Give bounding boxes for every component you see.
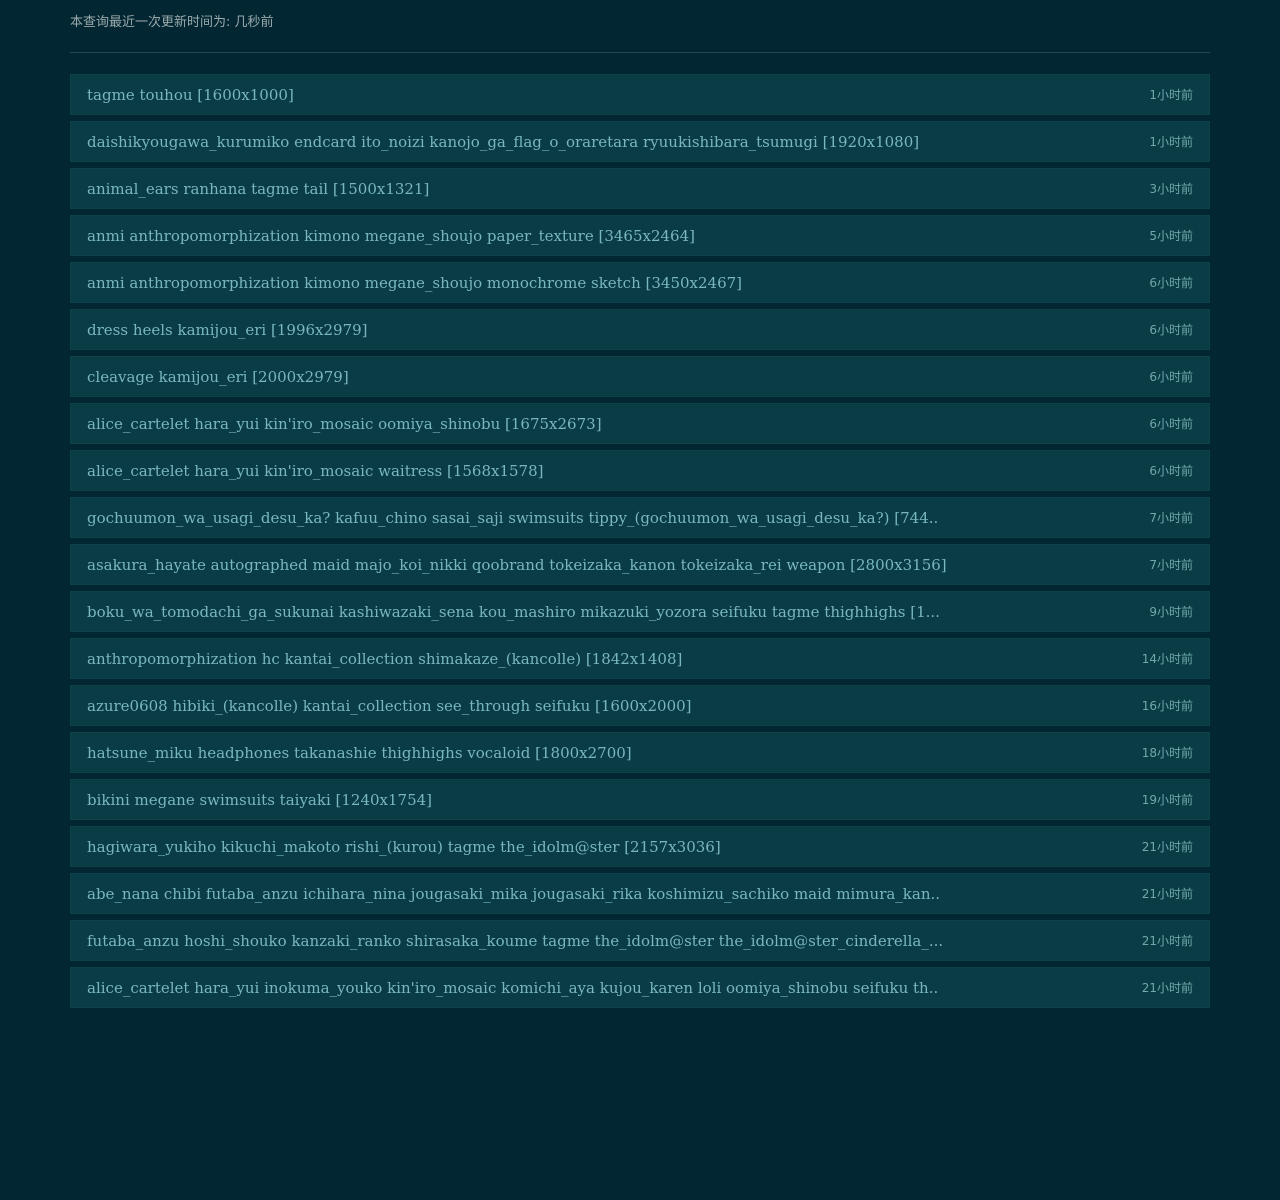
list-item[interactable]: futaba_anzu hoshi_shouko kanzaki_ranko s… bbox=[70, 920, 1210, 961]
item-time: 6小时前 bbox=[1149, 370, 1193, 384]
item-title[interactable]: asakura_hayate autographed maid majo_koi… bbox=[87, 556, 947, 574]
list-item[interactable]: boku_wa_tomodachi_ga_sukunai kashiwazaki… bbox=[70, 591, 1210, 632]
last-update-text: 本查询最近一次更新时间为: 几秒前 bbox=[70, 15, 274, 30]
list-item[interactable]: anmi anthropomorphization kimono megane_… bbox=[70, 262, 1210, 303]
item-time: 6小时前 bbox=[1149, 276, 1193, 290]
item-title[interactable]: azure0608 hibiki_(kancolle) kantai_colle… bbox=[87, 697, 692, 715]
item-title[interactable]: abe_nana chibi futaba_anzu ichihara_nina… bbox=[87, 885, 940, 903]
item-time: 3小时前 bbox=[1149, 182, 1193, 196]
item-title[interactable]: gochuumon_wa_usagi_desu_ka? kafuu_chino … bbox=[87, 509, 938, 527]
item-time: 6小时前 bbox=[1149, 464, 1193, 478]
item-title[interactable]: anthropomorphization hc kantai_collectio… bbox=[87, 650, 682, 668]
item-title[interactable]: tagme touhou [1600x1000] bbox=[87, 86, 294, 104]
item-title[interactable]: alice_cartelet hara_yui kin'iro_mosaic o… bbox=[87, 415, 602, 433]
item-title[interactable]: bikini megane swimsuits taiyaki [1240x17… bbox=[87, 791, 432, 809]
post-list: tagme touhou [1600x1000] 1小时前 daishikyoug… bbox=[70, 74, 1210, 1008]
list-item[interactable]: daishikyougawa_kurumiko endcard ito_noiz… bbox=[70, 121, 1210, 162]
item-time: 6小时前 bbox=[1149, 417, 1193, 431]
item-title[interactable]: alice_cartelet hara_yui kin'iro_mosaic w… bbox=[87, 462, 543, 480]
list-item[interactable]: animal_ears ranhana tagme tail [1500x132… bbox=[70, 168, 1210, 209]
item-time: 1小时前 bbox=[1149, 88, 1193, 102]
item-time: 16小时前 bbox=[1141, 699, 1193, 713]
list-item[interactable]: asakura_hayate autographed maid majo_koi… bbox=[70, 544, 1210, 585]
item-time: 9小时前 bbox=[1149, 605, 1193, 619]
list-item[interactable]: gochuumon_wa_usagi_desu_ka? kafuu_chino … bbox=[70, 497, 1210, 538]
item-time: 21小时前 bbox=[1141, 934, 1193, 948]
item-time: 21小时前 bbox=[1141, 840, 1193, 854]
item-title[interactable]: anmi anthropomorphization kimono megane_… bbox=[87, 274, 742, 292]
page-container: 本查询最近一次更新时间为: 几秒前 tagme touhou [1600x100… bbox=[70, 0, 1210, 1008]
item-title[interactable]: hagiwara_yukiho kikuchi_makoto rishi_(ku… bbox=[87, 838, 721, 856]
list-item[interactable]: alice_cartelet hara_yui inokuma_youko ki… bbox=[70, 967, 1210, 1008]
list-item[interactable]: bikini megane swimsuits taiyaki [1240x17… bbox=[70, 779, 1210, 820]
list-item[interactable]: alice_cartelet hara_yui kin'iro_mosaic o… bbox=[70, 403, 1210, 444]
item-title[interactable]: dress heels kamijou_eri [1996x2979] bbox=[87, 321, 368, 339]
item-title[interactable]: cleavage kamijou_eri [2000x2979] bbox=[87, 368, 349, 386]
item-title[interactable]: daishikyougawa_kurumiko endcard ito_noiz… bbox=[87, 133, 919, 151]
item-time: 18小时前 bbox=[1141, 746, 1193, 760]
item-time: 6小时前 bbox=[1149, 323, 1193, 337]
item-time: 19小时前 bbox=[1141, 793, 1193, 807]
item-time: 1小时前 bbox=[1149, 135, 1193, 149]
list-item[interactable]: anthropomorphization hc kantai_collectio… bbox=[70, 638, 1210, 679]
item-title[interactable]: alice_cartelet hara_yui inokuma_youko ki… bbox=[87, 979, 938, 997]
list-item[interactable]: hatsune_miku headphones takanashie thigh… bbox=[70, 732, 1210, 773]
item-title[interactable]: anmi anthropomorphization kimono megane_… bbox=[87, 227, 695, 245]
item-time: 5小时前 bbox=[1149, 229, 1193, 243]
list-item[interactable]: alice_cartelet hara_yui kin'iro_mosaic w… bbox=[70, 450, 1210, 491]
item-title[interactable]: animal_ears ranhana tagme tail [1500x132… bbox=[87, 180, 429, 198]
list-item[interactable]: abe_nana chibi futaba_anzu ichihara_nina… bbox=[70, 873, 1210, 914]
item-time: 7小时前 bbox=[1149, 511, 1193, 525]
list-item[interactable]: hagiwara_yukiho kikuchi_makoto rishi_(ku… bbox=[70, 826, 1210, 867]
item-time: 14小时前 bbox=[1141, 652, 1193, 666]
list-item[interactable]: azure0608 hibiki_(kancolle) kantai_colle… bbox=[70, 685, 1210, 726]
item-time: 21小时前 bbox=[1141, 887, 1193, 901]
divider bbox=[70, 52, 1210, 53]
item-title[interactable]: boku_wa_tomodachi_ga_sukunai kashiwazaki… bbox=[87, 603, 940, 621]
list-item[interactable]: dress heels kamijou_eri [1996x2979] 6小时前 bbox=[70, 309, 1210, 350]
item-time: 21小时前 bbox=[1141, 981, 1193, 995]
list-item[interactable]: cleavage kamijou_eri [2000x2979] 6小时前 bbox=[70, 356, 1210, 397]
list-item[interactable]: anmi anthropomorphization kimono megane_… bbox=[70, 215, 1210, 256]
item-title[interactable]: futaba_anzu hoshi_shouko kanzaki_ranko s… bbox=[87, 932, 943, 950]
list-item[interactable]: tagme touhou [1600x1000] 1小时前 bbox=[70, 74, 1210, 115]
item-time: 7小时前 bbox=[1149, 558, 1193, 572]
item-title[interactable]: hatsune_miku headphones takanashie thigh… bbox=[87, 744, 632, 762]
